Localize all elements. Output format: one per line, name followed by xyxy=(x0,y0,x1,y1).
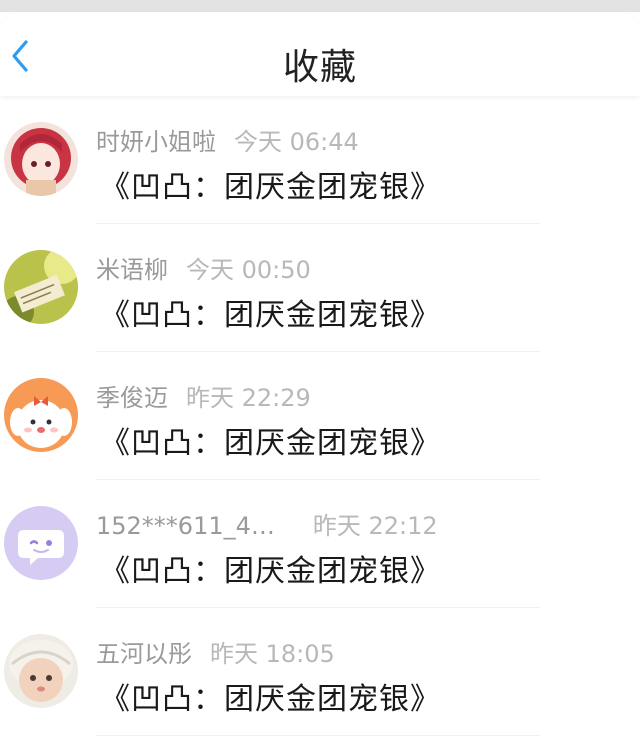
timestamp: 昨天 22:12 xyxy=(312,512,438,540)
avatar[interactable] xyxy=(4,250,78,324)
user-name[interactable]: 152***611_4… xyxy=(96,512,275,540)
item-content[interactable]: 《凹凸：团厌金团宠银》 xyxy=(100,418,441,462)
avatar[interactable] xyxy=(4,634,78,708)
list-item[interactable]: 米语柳 今天 00:50 《凹凸：团厌金团宠银》 xyxy=(0,224,640,352)
divider xyxy=(96,735,540,736)
item-content[interactable]: 《凹凸：团厌金团宠银》 xyxy=(100,546,441,590)
list-item[interactable]: 152***611_4… 昨天 22:12 《凹凸：团厌金团宠银》 xyxy=(0,480,640,608)
user-name[interactable]: 米语柳 xyxy=(96,256,168,284)
item-content[interactable]: 《凹凸：团厌金团宠银》 xyxy=(100,674,441,718)
item-meta: 五河以彤 昨天 18:05 xyxy=(96,634,335,669)
page-title: 收藏 xyxy=(282,47,357,88)
item-content[interactable]: 《凹凸：团厌金团宠银》 xyxy=(100,162,441,206)
favorites-list: 时妍小姐啦 今天 06:44 《凹凸：团厌金团宠银》 米语柳 今天 00:50 《凹… xyxy=(0,96,640,736)
list-item[interactable]: 时妍小姐啦 今天 06:44 《凹凸：团厌金团宠银》 xyxy=(0,96,640,224)
list-item[interactable]: 季俊迈 昨天 22:29 《凹凸：团厌金团宠银》 xyxy=(0,352,640,480)
timestamp: 今天 06:44 xyxy=(234,128,359,156)
status-strip xyxy=(0,0,640,12)
timestamp: 昨天 18:05 xyxy=(210,640,335,668)
item-meta: 时妍小姐啦 今天 06:44 xyxy=(96,122,359,157)
user-name[interactable]: 季俊迈 xyxy=(96,384,168,412)
item-meta: 米语柳 今天 00:50 xyxy=(96,250,311,285)
timestamp: 昨天 22:29 xyxy=(186,384,311,412)
avatar[interactable] xyxy=(4,122,78,196)
avatar[interactable] xyxy=(4,506,78,580)
item-meta: 季俊迈 昨天 22:29 xyxy=(96,378,311,413)
avatar[interactable] xyxy=(4,378,78,452)
user-name[interactable]: 五河以彤 xyxy=(96,640,192,668)
item-content[interactable]: 《凹凸：团厌金团宠银》 xyxy=(100,290,441,334)
timestamp: 今天 00:50 xyxy=(186,256,311,284)
list-item[interactable]: 五河以彤 昨天 18:05 《凹凸：团厌金团宠银》 xyxy=(0,608,640,736)
item-meta: 152***611_4… 昨天 22:12 xyxy=(96,506,438,541)
user-name[interactable]: 时妍小姐啦 xyxy=(96,128,216,156)
nav-header: 收藏 xyxy=(0,12,640,96)
